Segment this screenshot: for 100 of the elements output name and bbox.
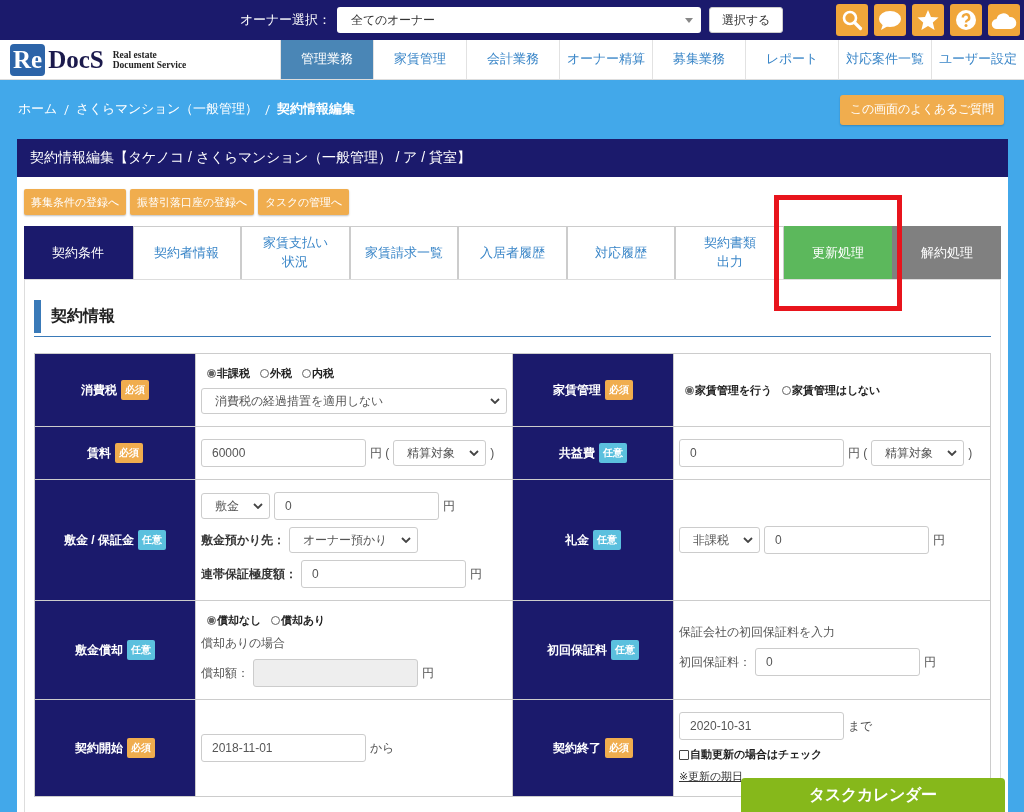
badge: 任意 (599, 443, 627, 463)
checkbox-label: 自動更新の場合はチェック (690, 747, 822, 762)
badge: 任意 (593, 530, 621, 550)
badge: 任意 (138, 530, 166, 550)
field-label: 共益費 (559, 444, 595, 462)
field-text: 保証会社の初回保証料を入力 (679, 624, 835, 641)
nav-item[interactable]: ユーザー設定 (931, 40, 1024, 79)
field-label: 契約開始 (75, 739, 123, 757)
badge: 任意 (127, 640, 155, 660)
field-label: 敷金償却 (75, 641, 123, 659)
badge: 必須 (115, 443, 143, 463)
field-label: 家賃管理 (553, 381, 601, 399)
logo-name: DocS (48, 45, 104, 74)
field-text: 円 (422, 664, 434, 682)
tab[interactable]: 入居者履歴 (458, 226, 567, 279)
input-field[interactable]: 2018-11-01 (201, 734, 366, 762)
radio-button[interactable] (207, 616, 216, 625)
field-text: 円 (933, 531, 945, 549)
breadcrumb-link[interactable]: さくらマンション（一般管理） (76, 101, 258, 118)
radio-button[interactable] (685, 385, 694, 395)
field-text: 円 ( (848, 444, 868, 462)
dropdown[interactable]: 精算対象 (871, 440, 965, 466)
tab[interactable]: 家賃支払い 状況 (241, 226, 350, 279)
checkbox[interactable] (679, 749, 689, 760)
nav-item[interactable]: レポート (745, 40, 838, 79)
field-text: 初回保証料： (679, 653, 751, 671)
tab[interactable]: 契約条件 (24, 226, 133, 279)
radio-label: 非課税 (217, 366, 250, 381)
nav-item[interactable]: 対応案件一覧 (838, 40, 931, 79)
chevron-down-icon (253, 503, 263, 509)
panel-header: 契約情報編集【タケノコ / さくらマンション（一般管理） / ア / 貸室】 (17, 139, 1008, 177)
field-label: 消費税 (81, 381, 117, 399)
radio-label: 家賃管理はしない (792, 382, 880, 398)
radio-label: 償却なし (217, 613, 261, 628)
help-button[interactable] (950, 4, 982, 36)
breadcrumb-link[interactable]: ホーム (18, 101, 57, 118)
field-label: 礼金 (565, 531, 589, 549)
chevron-down-icon (469, 450, 480, 456)
nav-item[interactable]: 管理業務 (280, 40, 373, 79)
tab[interactable]: 契約者情報 (132, 226, 242, 279)
logo-tagline: Document Service (112, 59, 187, 70)
input-field[interactable]: 0 (274, 492, 439, 520)
tab[interactable]: 更新処理 (783, 226, 893, 279)
input-field[interactable]: 0 (679, 439, 844, 467)
field-text: ) (968, 446, 973, 460)
search-button[interactable] (836, 4, 868, 36)
dropdown[interactable]: 非課税 (679, 527, 760, 553)
chevron-down-icon (743, 537, 753, 543)
badge: 任意 (611, 640, 639, 660)
field-text: から (370, 739, 394, 757)
caret-icon (685, 17, 693, 23)
dropdown[interactable]: オーナー預かり (289, 527, 418, 553)
owner-label: オーナー選択： (240, 11, 331, 29)
field-label: 賃料 (87, 444, 111, 462)
dropdown[interactable]: 精算対象 (393, 440, 487, 466)
field-text: 円 (470, 565, 482, 583)
tab[interactable]: 家賃請求一覧 (349, 226, 459, 279)
badge: 必須 (605, 380, 633, 400)
tab[interactable]: 対応履歴 (566, 226, 676, 279)
chevron-down-icon (401, 537, 411, 543)
owner-select[interactable]: 全てのオーナー (337, 7, 701, 33)
field-label: 敷金 / 保証金 (64, 531, 134, 549)
nav-item[interactable]: 会計業務 (466, 40, 559, 79)
note-text: ※更新の期日 (679, 769, 744, 784)
tab[interactable]: 解約処理 (892, 226, 1001, 279)
field-text: 敷金預かり先： (201, 531, 285, 549)
nav-item[interactable]: 家賃管理 (373, 40, 466, 79)
nav-item[interactable]: 募集業務 (652, 40, 745, 79)
input-field[interactable]: 0 (755, 648, 920, 676)
star-button[interactable] (912, 4, 944, 36)
logo-tagline: Real estate (112, 49, 158, 60)
chevron-down-icon (947, 450, 958, 456)
dropdown[interactable]: 敷金 (201, 493, 270, 519)
radio-button[interactable] (207, 369, 216, 378)
input-field[interactable]: 0 (764, 526, 929, 554)
field-text: まで (848, 717, 872, 735)
dropdown[interactable]: 消費税の経過措置を適用しない (201, 388, 507, 414)
select-button[interactable]: 選択する (709, 7, 783, 33)
radio-label: 家賃管理を行う (695, 382, 772, 398)
field-text: ) (490, 446, 495, 460)
chat-button[interactable] (874, 4, 906, 36)
input-field[interactable]: 2020-10-31 (679, 712, 844, 740)
input-field[interactable]: 60000 (201, 439, 366, 467)
badge: 必須 (605, 738, 633, 758)
task-calendar-button[interactable]: タスクカレンダー (741, 778, 1005, 812)
radio-label: 外税 (270, 366, 292, 381)
field-text: 連帯保証極度額： (201, 565, 297, 583)
tab[interactable]: 契約書類 出力 (675, 226, 784, 279)
field-label: 初回保証料 (547, 641, 607, 659)
input-field[interactable]: 0 (301, 560, 466, 588)
field-text: 円 (924, 653, 936, 671)
cloud-button[interactable] (988, 4, 1020, 36)
field-text: 円 ( (370, 444, 390, 462)
radio-label: 償却あり (281, 613, 325, 628)
nav-item[interactable]: オーナー精算 (559, 40, 652, 79)
radio-label: 内税 (312, 366, 334, 381)
badge: 必須 (121, 380, 149, 400)
breadcrumb-link[interactable]: 契約情報編集 (277, 101, 355, 118)
field-text: 円 (443, 497, 455, 515)
badge: 必須 (127, 738, 155, 758)
